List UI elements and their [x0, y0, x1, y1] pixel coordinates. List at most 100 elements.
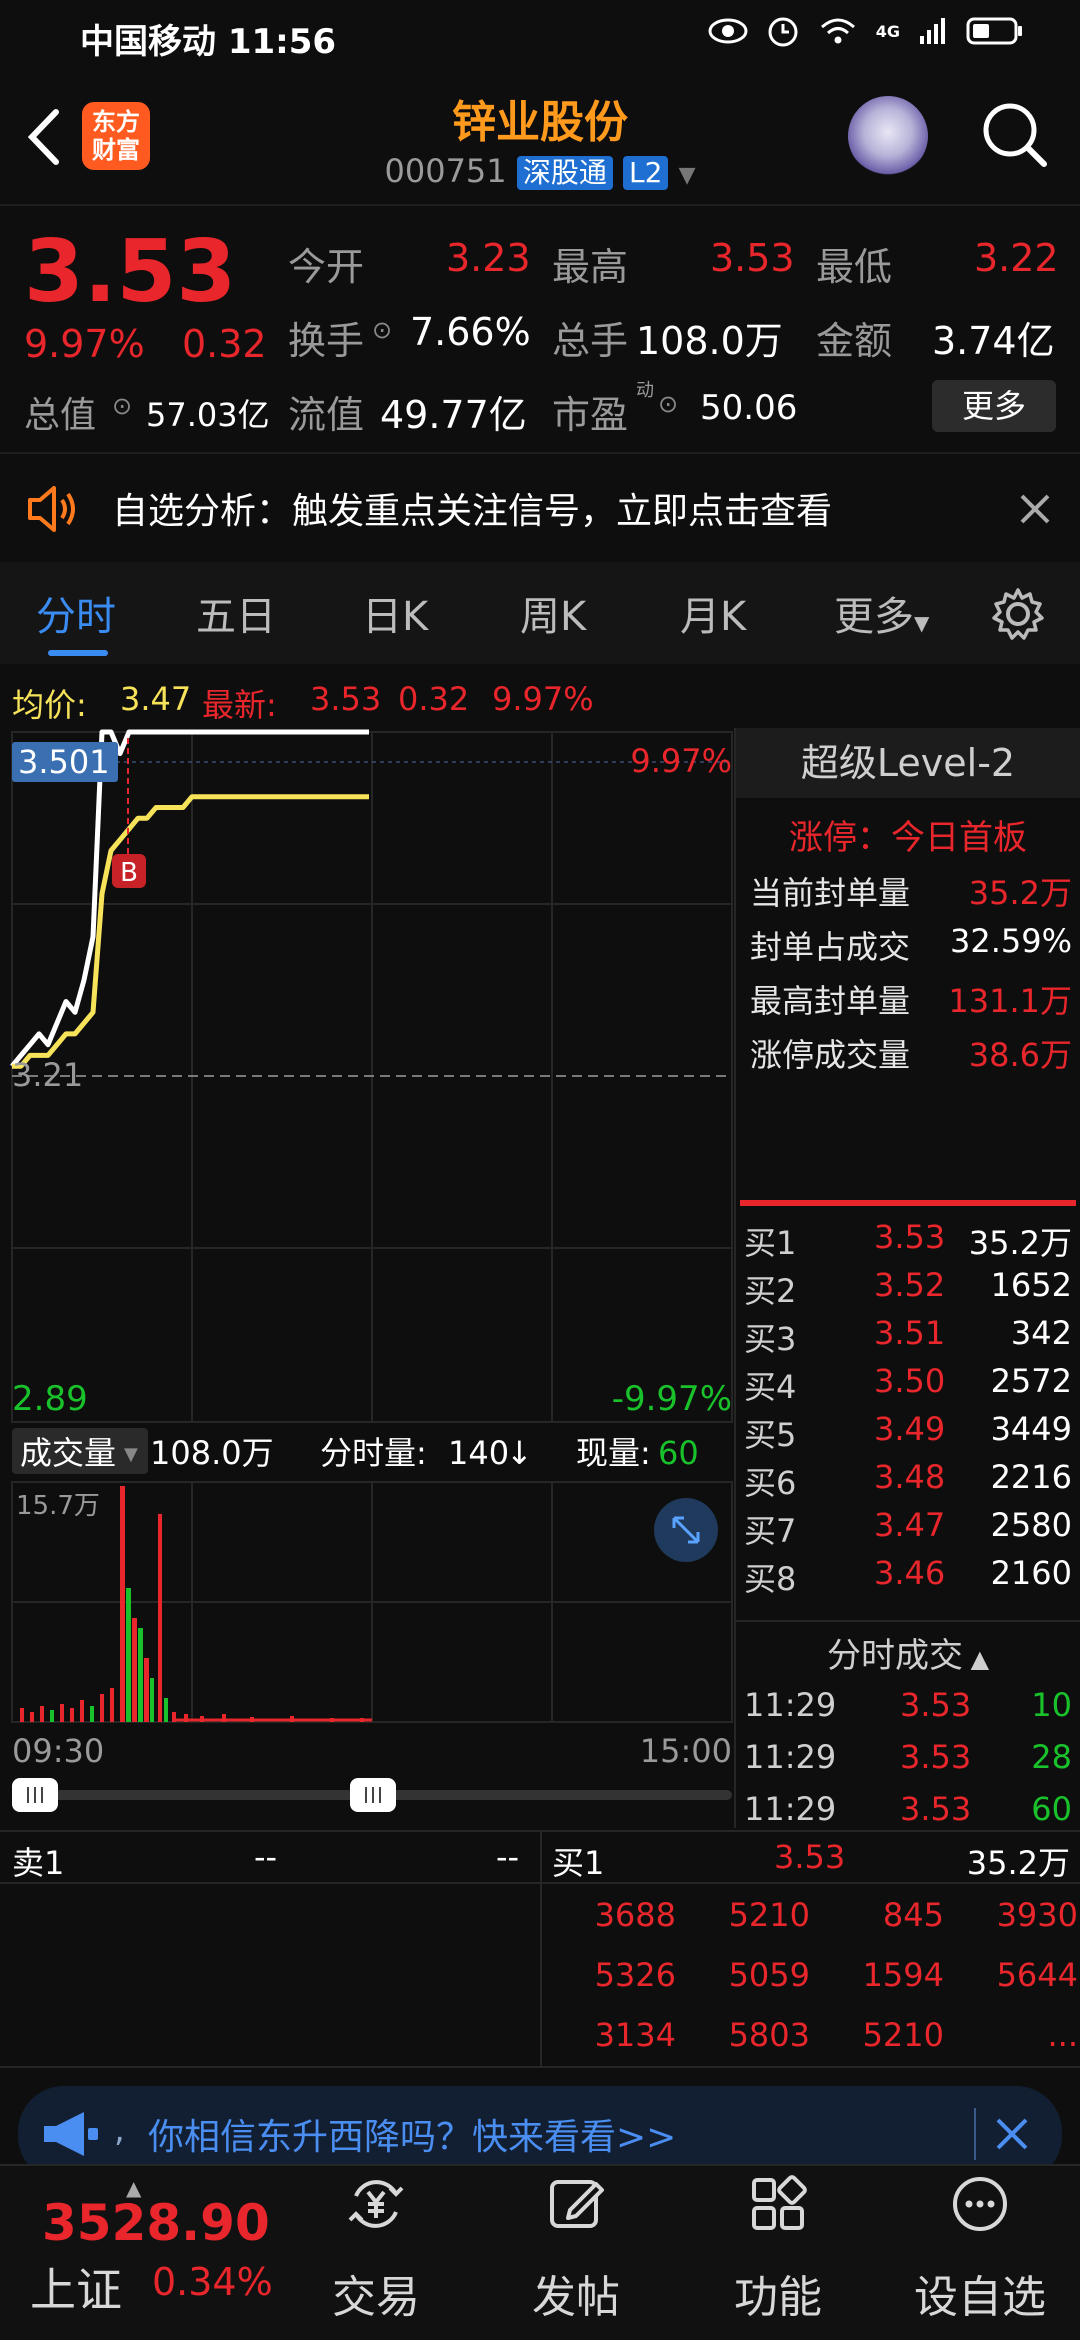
pe-info-icon[interactable]: ⊙ [658, 390, 678, 418]
bid-label: 买7 [744, 1512, 797, 1550]
nav-post[interactable]: 发帖 [516, 2174, 636, 2325]
turnover-label: 换手 [288, 319, 365, 363]
megaphone-icon [44, 2112, 98, 2156]
settings-gear-icon[interactable] [990, 586, 1046, 642]
latest-change: 0.32 [398, 680, 470, 718]
volume-bar [90, 1706, 94, 1722]
turnover-value: 7.66% [410, 310, 531, 354]
tab-monthly-k[interactable]: 月K [680, 584, 746, 642]
network-type: 4G [875, 21, 900, 41]
queue-cell: 5326 [594, 1956, 676, 1994]
bid-row[interactable]: 买2 3.52 1652 [736, 1266, 1080, 1312]
trades-title-row[interactable]: 分时成交 ▲ [736, 1628, 1080, 1677]
promo-divider [974, 2108, 976, 2160]
index-widget[interactable]: ▲ 3528.90 上证 0.34% [0, 2164, 300, 2340]
bid-label: 买3 [744, 1320, 797, 1358]
stat-value: 131.1万 [948, 982, 1072, 1020]
grid-icon [752, 2175, 807, 2230]
low-label: 最低 [816, 245, 893, 289]
analysis-notice[interactable]: 自选分析：触发重点关注信号，立即点击查看 [0, 454, 1080, 564]
alarm-icon [768, 17, 798, 47]
volume-bar [164, 1698, 168, 1722]
volume-dropdown-icon: ▼ [124, 1444, 138, 1465]
bid-row[interactable]: 买7 3.47 2580 [736, 1506, 1080, 1552]
stat-label: 当前封单量 [750, 874, 911, 912]
volume-value: 108.0万 [636, 319, 783, 363]
pe-dynamic-mark: 动 [636, 380, 654, 401]
search-icon[interactable] [980, 100, 1050, 170]
tab-daily-k[interactable]: 日K [362, 584, 428, 642]
bid-row[interactable]: 买6 3.48 2216 [736, 1458, 1080, 1504]
latest-value: 3.53 [310, 680, 382, 718]
trade-yen-icon [348, 2180, 404, 2228]
volume-bar [60, 1704, 64, 1722]
volume-bar [40, 1706, 44, 1722]
bid-price: 3.49 [874, 1410, 946, 1448]
stat-value: 32.59% [949, 922, 1072, 960]
chart-header: 均价: 3.47 最新: 3.53 0.32 9.97% [0, 668, 730, 728]
close-icon[interactable] [992, 2114, 1032, 2154]
mcap-info-icon[interactable]: ⊙ [112, 392, 132, 420]
app-header: 东方财富 锌业股份 000751 深股通 L2 ▼ [0, 72, 1080, 204]
volume-bar [50, 1710, 54, 1722]
queue-cell: 3930 [996, 1896, 1078, 1934]
tab-weekly-k[interactable]: 周K [520, 584, 586, 642]
bid-price: 3.46 [874, 1554, 946, 1592]
high-label: 最高 [552, 245, 629, 289]
volume-bars [20, 1486, 372, 1722]
bid-label: 买5 [744, 1416, 797, 1454]
volume-total: 108.0万 [150, 1434, 274, 1472]
trade-time: 11:29 [744, 1790, 837, 1828]
bid-row[interactable]: 买8 3.46 2160 [736, 1554, 1080, 1600]
volume-bar [126, 1588, 131, 1722]
robot-assistant-icon[interactable] [848, 96, 928, 176]
nav-functions-label: 功能 [734, 2272, 822, 2323]
bid-divider [740, 1200, 1076, 1206]
bid-volume: 2572 [990, 1362, 1072, 1400]
queue-cell: 3134 [594, 2016, 676, 2054]
bid1-price: 3.53 [774, 1838, 846, 1876]
dropdown-icon[interactable]: ▼ [679, 163, 696, 188]
volume-max-label: 15.7万 [16, 1491, 100, 1521]
minute-volume-arrow-icon: ↓ [506, 1434, 533, 1472]
bid-row[interactable]: 买1 3.53 35.2万 [736, 1218, 1080, 1264]
volume-bar [100, 1694, 104, 1722]
bid-row[interactable]: 买4 3.50 2572 [736, 1362, 1080, 1408]
avg-value: 3.47 [120, 680, 192, 718]
now-volume-label: 现量: [576, 1434, 651, 1472]
float-value: 49.77亿 [380, 393, 527, 437]
bid-label: 买8 [744, 1560, 797, 1598]
bid-label: 买6 [744, 1464, 797, 1502]
active-tab-indicator [48, 650, 108, 656]
more-button[interactable]: 更多 [932, 380, 1056, 432]
intraday-chart[interactable]: B 3.501 9.97% 3.21 2.89 -9.97% 成交量 ▼ 108… [0, 728, 736, 1828]
amount-value: 3.74亿 [932, 319, 1055, 363]
queue-cell: 5059 [728, 1956, 810, 1994]
nav-watchlist[interactable]: 设自选 [900, 2174, 1060, 2325]
nav-functions[interactable]: 功能 [718, 2174, 838, 2325]
open-value: 3.23 [446, 236, 531, 280]
low-value: 3.22 [974, 236, 1059, 280]
bid-row[interactable]: 买5 3.49 3449 [736, 1410, 1080, 1456]
index-pct: 0.34% [152, 2260, 273, 2304]
nav-trade[interactable]: 交易 [316, 2174, 436, 2325]
signal-icon [920, 18, 945, 44]
trade-volume: 10 [1031, 1686, 1072, 1724]
bid-price: 3.51 [874, 1314, 946, 1352]
tab-five-day[interactable]: 五日 [196, 584, 276, 642]
bid-volume: 1652 [990, 1266, 1072, 1304]
trade-volume: 28 [1031, 1738, 1072, 1776]
tab-intraday[interactable]: 分时 [36, 584, 116, 642]
wifi-icon [820, 18, 855, 44]
level2-title-bar[interactable]: 超级Level-2 [736, 728, 1080, 798]
turnover-info-icon[interactable]: ⊙ [372, 316, 392, 344]
bid-row[interactable]: 买3 3.51 342 [736, 1314, 1080, 1360]
tab-more[interactable]: 更多▼ [834, 584, 929, 642]
price-line [10, 729, 369, 1068]
close-icon[interactable] [1018, 492, 1052, 526]
mid-price-label: 3.21 [12, 1056, 83, 1094]
promo-text: 你相信东升西降吗？快来看看>> [148, 2117, 677, 2158]
bid-label: 买4 [744, 1368, 797, 1406]
status-bar: 中国移动 11:56 4G [0, 0, 1080, 72]
time-end: 15:00 [640, 1732, 732, 1770]
